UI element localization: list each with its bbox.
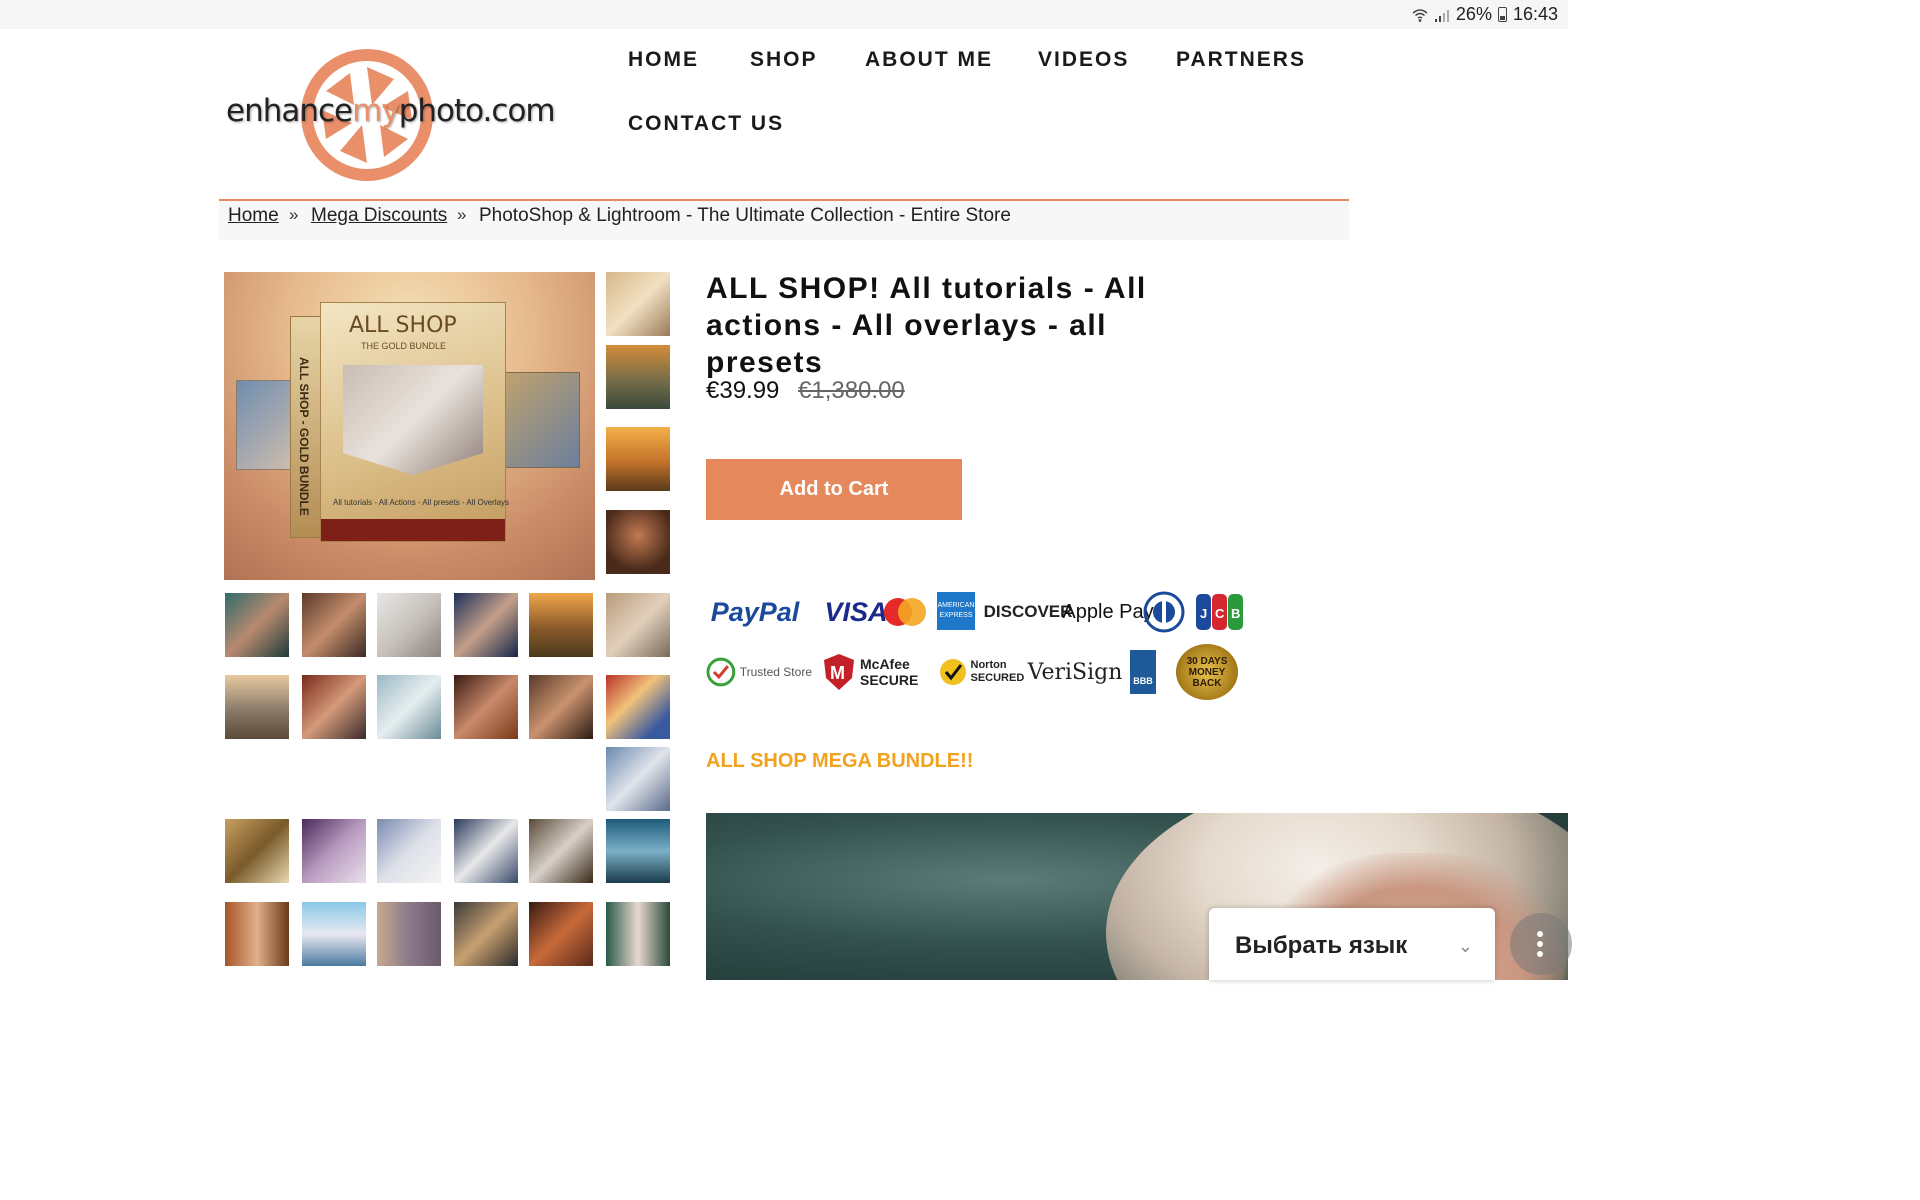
svg-text:C: C <box>1215 606 1225 621</box>
gallery-thumbnail[interactable] <box>225 593 289 657</box>
breadcrumb-mega-discounts[interactable]: Mega Discounts <box>311 205 447 227</box>
check-circle-icon <box>706 657 736 687</box>
gallery-thumbnail[interactable] <box>454 819 518 883</box>
battery-icon <box>1497 7 1507 22</box>
chevron-down-icon: ⌄ <box>1457 936 1473 956</box>
verisign-badge: VeriSign <box>1027 659 1123 685</box>
nav-about-me[interactable]: ABOUT ME <box>865 48 993 72</box>
amex-logo: AMERICAN EXPRESS <box>937 592 975 630</box>
add-to-cart-button[interactable]: Add to Cart <box>706 459 962 520</box>
gallery-thumbnail[interactable] <box>302 902 366 966</box>
signal-icon <box>1434 9 1449 22</box>
gallery-thumbnail[interactable] <box>454 902 518 966</box>
promo-heading: ALL SHOP MEGA BUNDLE!! <box>706 750 974 772</box>
gallery-thumbnail[interactable] <box>225 819 289 883</box>
dot-icon <box>1537 941 1543 947</box>
product-price: €39.99 <box>706 377 780 404</box>
gallery-thumbnail[interactable] <box>225 675 289 739</box>
gallery-thumbnail[interactable] <box>377 675 441 739</box>
gallery-thumbnail[interactable] <box>302 593 366 657</box>
breadcrumb-home[interactable]: Home <box>228 205 279 227</box>
wifi-icon <box>1412 8 1428 22</box>
gallery-thumbnail[interactable] <box>377 593 441 657</box>
gallery-thumbnail[interactable] <box>377 819 441 883</box>
gallery-thumbnail[interactable] <box>606 510 670 574</box>
mcafee-shield-icon: M <box>824 654 854 690</box>
mastercard-icon <box>884 598 926 626</box>
gallery-thumbnail[interactable] <box>454 593 518 657</box>
gallery-thumbnail[interactable] <box>529 902 593 966</box>
gallery-thumbnail[interactable] <box>302 675 366 739</box>
breadcrumb-separator: » <box>457 205 467 224</box>
dot-icon <box>1537 951 1543 957</box>
svg-text:B: B <box>1231 606 1240 621</box>
box-portrait <box>343 365 483 475</box>
jcb-icon: J C B <box>1196 594 1243 630</box>
product-old-price: €1,380.00 <box>798 377 905 404</box>
svg-text:M: M <box>830 663 845 683</box>
language-selector-label: Выбрать язык <box>1235 932 1408 959</box>
gallery-thumbnail[interactable] <box>606 819 670 883</box>
product-main-image[interactable]: ALL SHOP - GOLD BUNDLE ALL SHOP THE GOLD… <box>224 272 595 580</box>
trusted-store-badge: Trusted Store <box>706 648 812 696</box>
diners-club-icon <box>1143 591 1185 633</box>
gallery-thumbnail[interactable] <box>225 902 289 966</box>
gallery-thumbnail[interactable] <box>606 272 670 336</box>
gallery-thumbnail[interactable] <box>606 747 670 811</box>
nav-shop[interactable]: SHOP <box>750 48 818 72</box>
nav-partners[interactable]: PARTNERS <box>1176 48 1306 72</box>
gallery-thumbnail[interactable] <box>529 819 593 883</box>
breadcrumb: Home » Mega Discounts » PhotoShop & Ligh… <box>219 199 1349 240</box>
norton-secured-badge: Norton SECURED <box>936 648 1024 696</box>
gallery-thumbnail[interactable] <box>377 902 441 966</box>
gold-bundle-box: ALL SHOP THE GOLD BUNDLE All tutorials -… <box>320 302 509 542</box>
nav-home[interactable]: HOME <box>628 48 699 72</box>
gallery-thumbnail[interactable] <box>606 427 670 491</box>
nav-contact-us[interactable]: CONTACT US <box>628 112 784 136</box>
money-back-badge: 30 DAYS MONEY BACK <box>1174 644 1240 700</box>
gallery-thumbnail[interactable] <box>454 675 518 739</box>
site-logo[interactable]: enhancemyphoto.com <box>222 45 556 185</box>
gallery-thumbnail[interactable] <box>606 902 670 966</box>
gallery-thumbnail[interactable] <box>606 345 670 409</box>
bbb-badge: BBB <box>1128 648 1158 696</box>
gallery-thumbnail[interactable] <box>529 593 593 657</box>
gallery-thumbnail[interactable] <box>606 675 670 739</box>
status-bar: 26% 16:43 <box>0 0 1568 29</box>
more-options-button[interactable] <box>1510 913 1572 975</box>
dot-icon <box>1537 931 1543 937</box>
gallery-thumbnail[interactable] <box>606 593 670 657</box>
breadcrumb-separator: » <box>289 205 299 224</box>
breadcrumb-current: PhotoShop & Lightroom - The Ultimate Col… <box>479 205 1011 226</box>
logo-text: enhancemyphoto.com <box>226 93 556 129</box>
photoshop-pack-box-image <box>500 372 580 468</box>
mcafee-secure-badge: M McAfee SECURE <box>820 648 926 696</box>
nav-videos[interactable]: VIDEOS <box>1038 48 1129 72</box>
svg-text:J: J <box>1200 606 1207 621</box>
language-selector[interactable]: Выбрать язык ⌄ <box>1209 908 1495 980</box>
clock: 16:43 <box>1512 4 1558 24</box>
gallery-thumbnail[interactable] <box>302 819 366 883</box>
paypal-logo: PayPal <box>710 596 800 627</box>
norton-check-icon <box>939 659 966 685</box>
battery-percent: 26% <box>1455 4 1492 24</box>
apple-pay-logo: Apple Pay <box>1062 600 1154 623</box>
gallery-thumbnail[interactable] <box>529 675 593 739</box>
box-side: ALL SHOP - GOLD BUNDLE <box>290 316 322 538</box>
discover-logo: DISCOVER <box>983 602 1073 621</box>
product-title: ALL SHOP! All tutorials - All actions - … <box>706 272 1147 379</box>
